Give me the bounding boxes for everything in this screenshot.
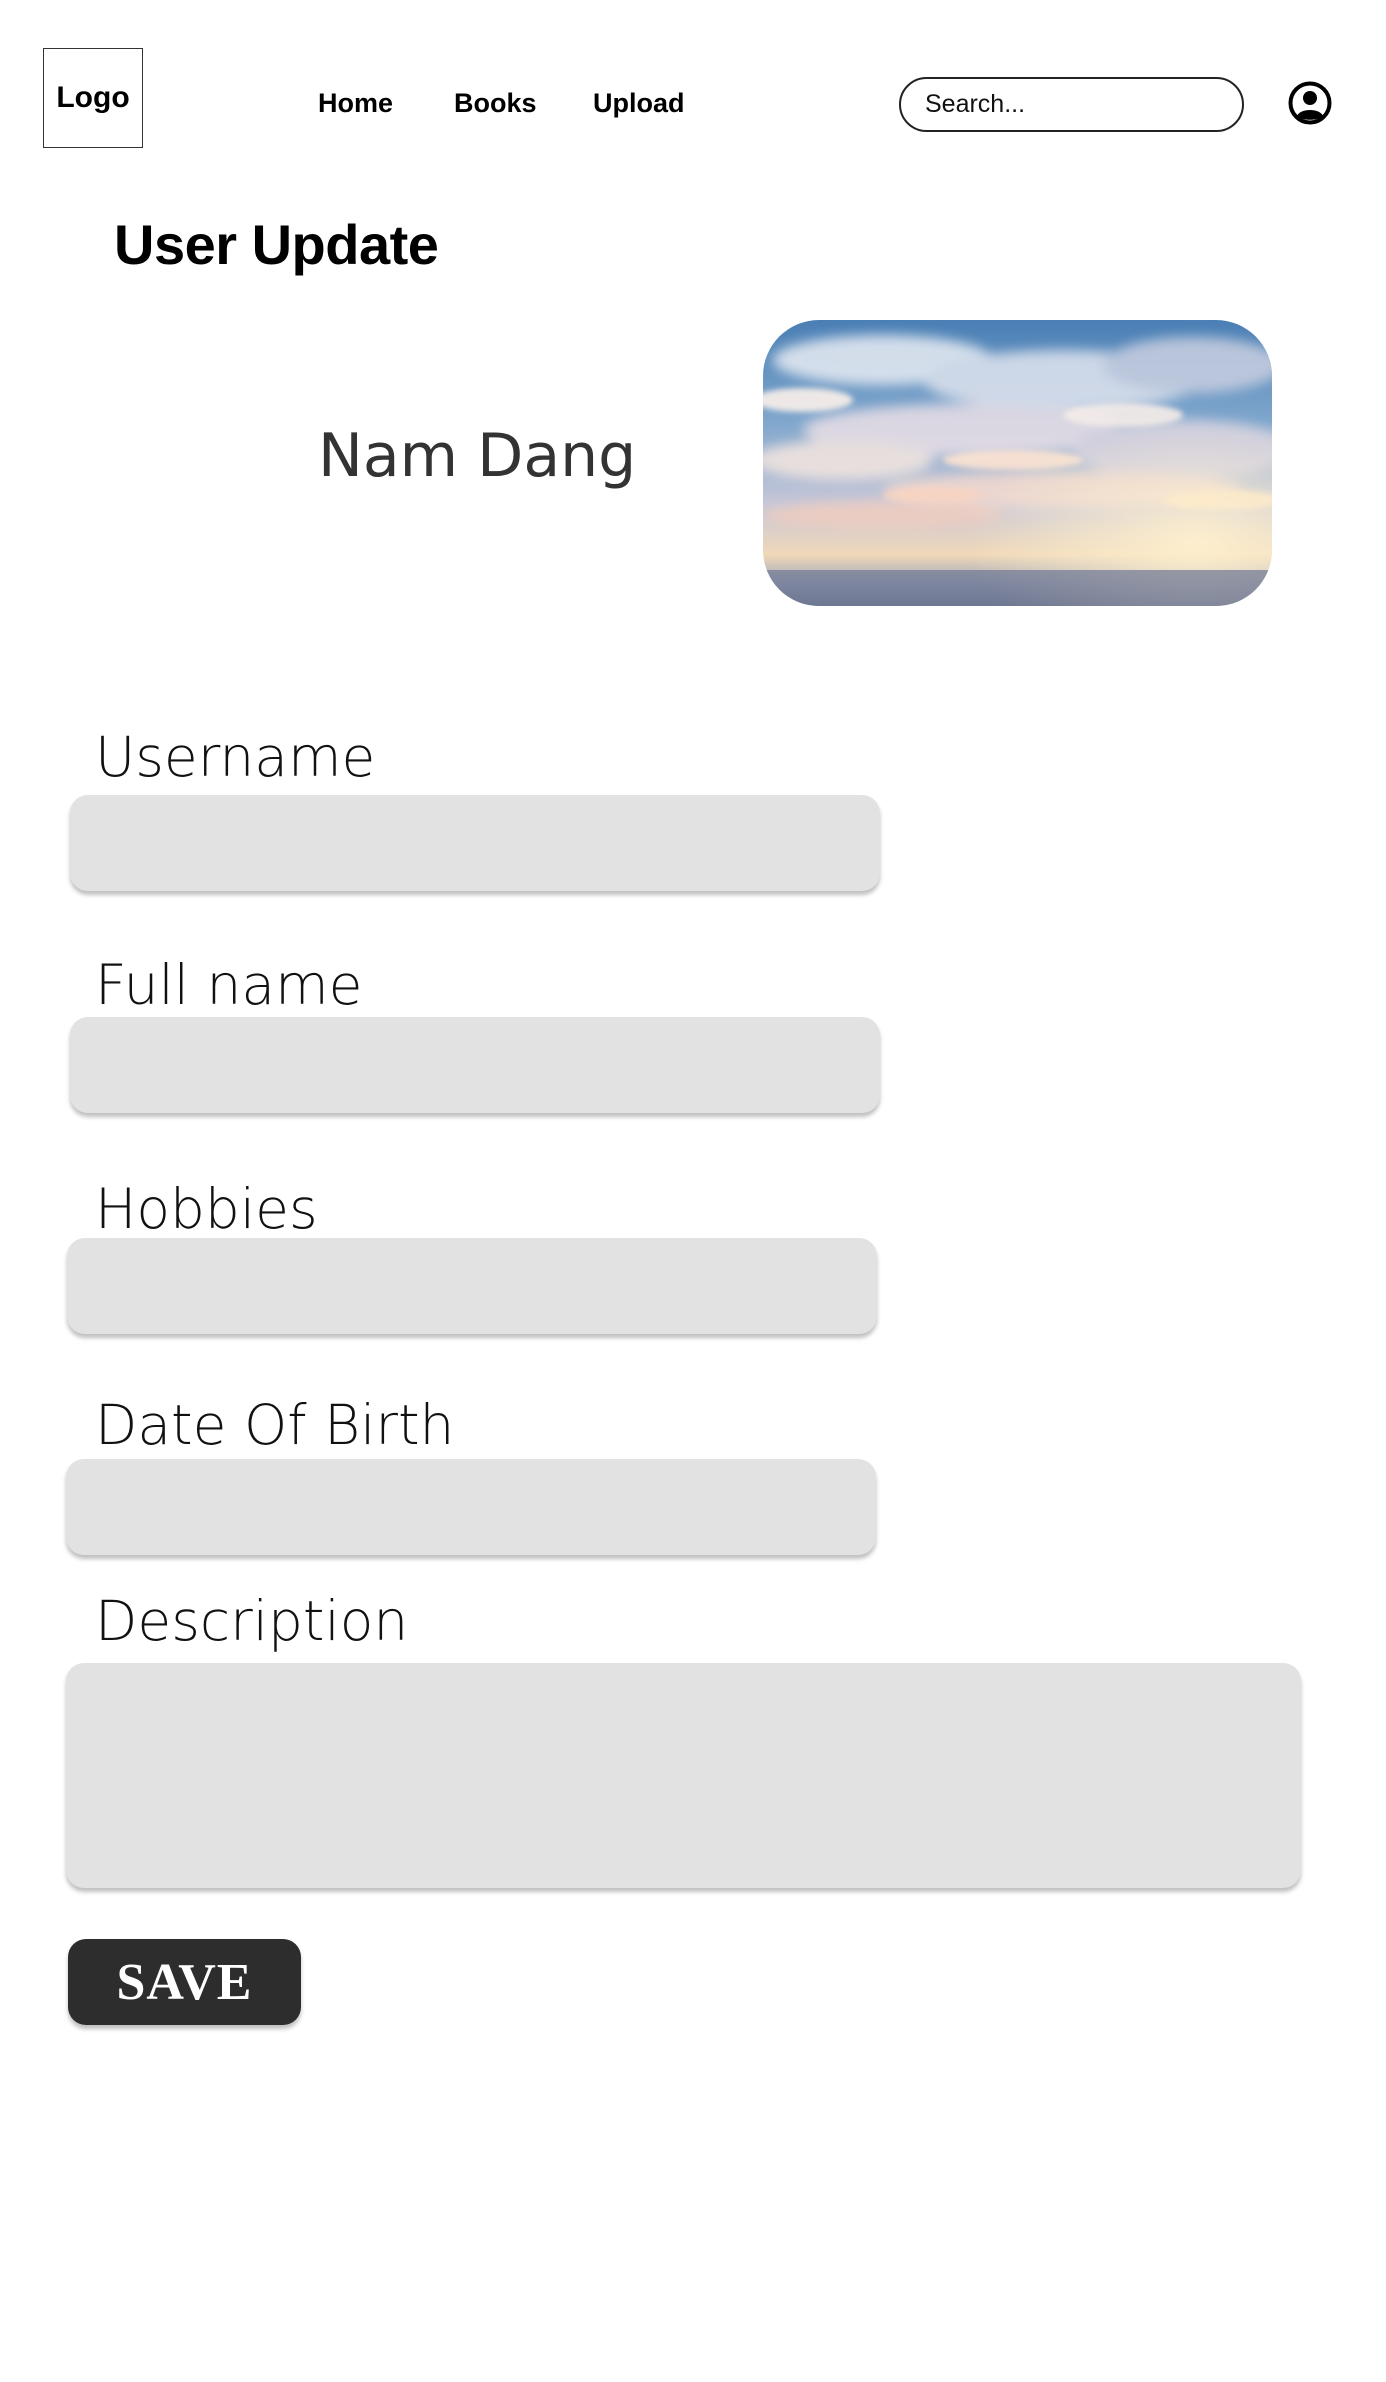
cover-image bbox=[763, 320, 1272, 606]
full-name-label: Full name bbox=[95, 953, 363, 1017]
nav-link-upload[interactable]: Upload bbox=[593, 86, 685, 120]
save-button[interactable]: SAVE bbox=[68, 1939, 301, 2025]
nav-link-home[interactable]: Home bbox=[318, 86, 393, 120]
date-of-birth-field[interactable] bbox=[66, 1459, 876, 1555]
hobbies-field[interactable] bbox=[67, 1238, 877, 1334]
username-label: Username bbox=[95, 725, 376, 789]
hobbies-label: Hobbies bbox=[95, 1177, 318, 1241]
date-of-birth-label: Date Of Birth bbox=[95, 1393, 455, 1457]
full-name-field[interactable] bbox=[70, 1017, 880, 1113]
user-circle-icon[interactable] bbox=[1288, 81, 1332, 125]
user-display-name: Nam Dang bbox=[318, 421, 637, 491]
logo[interactable]: Logo bbox=[43, 48, 143, 148]
nav-link-books[interactable]: Books bbox=[454, 86, 537, 120]
search-bar bbox=[899, 77, 1247, 132]
page-title: User Update bbox=[114, 213, 439, 276]
username-field[interactable] bbox=[70, 795, 880, 891]
description-field[interactable] bbox=[66, 1663, 1301, 1888]
search-input[interactable] bbox=[925, 79, 1247, 130]
description-label: Description bbox=[95, 1589, 409, 1653]
